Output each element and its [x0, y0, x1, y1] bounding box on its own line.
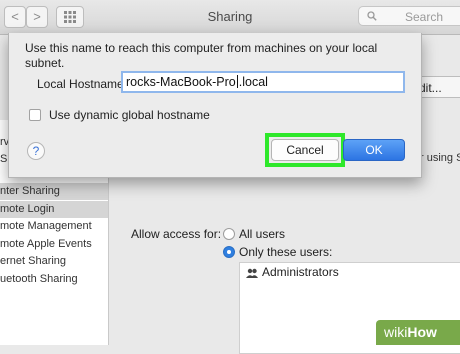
watermark-suffix: How: [407, 324, 437, 340]
hostname-text: rocks-MacBook-Pro: [126, 75, 236, 89]
hostname-dialog: Use this name to reach this computer fro…: [8, 33, 422, 178]
hostname-label: Local Hostname:: [37, 77, 128, 91]
list-item[interactable]: mote Management: [0, 218, 108, 235]
list-item[interactable]: mote Apple Events: [0, 236, 108, 253]
search-placeholder: Search: [405, 10, 444, 24]
hostname-field[interactable]: rocks-MacBook-Pro .local: [121, 71, 405, 93]
list-item-label: mote Apple Events: [0, 238, 92, 250]
text-caret: [236, 75, 238, 88]
edit-button-label: dit...: [419, 81, 442, 95]
watermark-prefix: wiki: [384, 324, 408, 340]
help-button[interactable]: ?: [27, 142, 45, 160]
list-item[interactable]: Administrators: [246, 265, 339, 279]
ok-button[interactable]: OK: [343, 139, 405, 161]
window-toolbar: < > Sharing Search: [0, 0, 460, 35]
list-item-label: mote Management: [0, 220, 92, 232]
help-icon: ?: [32, 144, 40, 158]
list-item-label: ernet Sharing: [0, 255, 67, 267]
partial-description-text: r using SS: [420, 152, 460, 164]
hostname-suffix: .local: [238, 75, 268, 89]
cancel-button[interactable]: Cancel: [271, 139, 339, 161]
list-item[interactable]: nter Sharing: [0, 183, 108, 200]
list-item[interactable]: mote Login: [0, 201, 108, 218]
list-item[interactable]: uetooth Sharing: [0, 271, 108, 288]
user-group-name: Administrators: [262, 265, 339, 279]
dialog-message: Use this name to reach this computer fro…: [25, 41, 378, 70]
dynamic-hostname-label: Use dynamic global hostname: [49, 108, 210, 122]
list-item-label: nter Sharing: [0, 185, 60, 197]
dynamic-hostname-checkbox[interactable]: [29, 109, 41, 121]
wikihow-watermark: wikiHow: [376, 320, 460, 345]
group-icon: [246, 268, 258, 278]
search-icon: [367, 11, 377, 21]
only-these-users-label: Only these users:: [239, 245, 333, 259]
list-item[interactable]: ernet Sharing: [0, 253, 108, 270]
list-item-label: uetooth Sharing: [0, 273, 78, 285]
list-item-label: mote Login: [0, 203, 55, 215]
all-users-label: All users: [239, 227, 286, 241]
allow-access-label: Allow access for:: [131, 227, 222, 241]
search-input[interactable]: Search: [358, 6, 460, 26]
all-users-radio[interactable]: [223, 228, 235, 240]
only-these-users-radio[interactable]: [223, 246, 235, 258]
